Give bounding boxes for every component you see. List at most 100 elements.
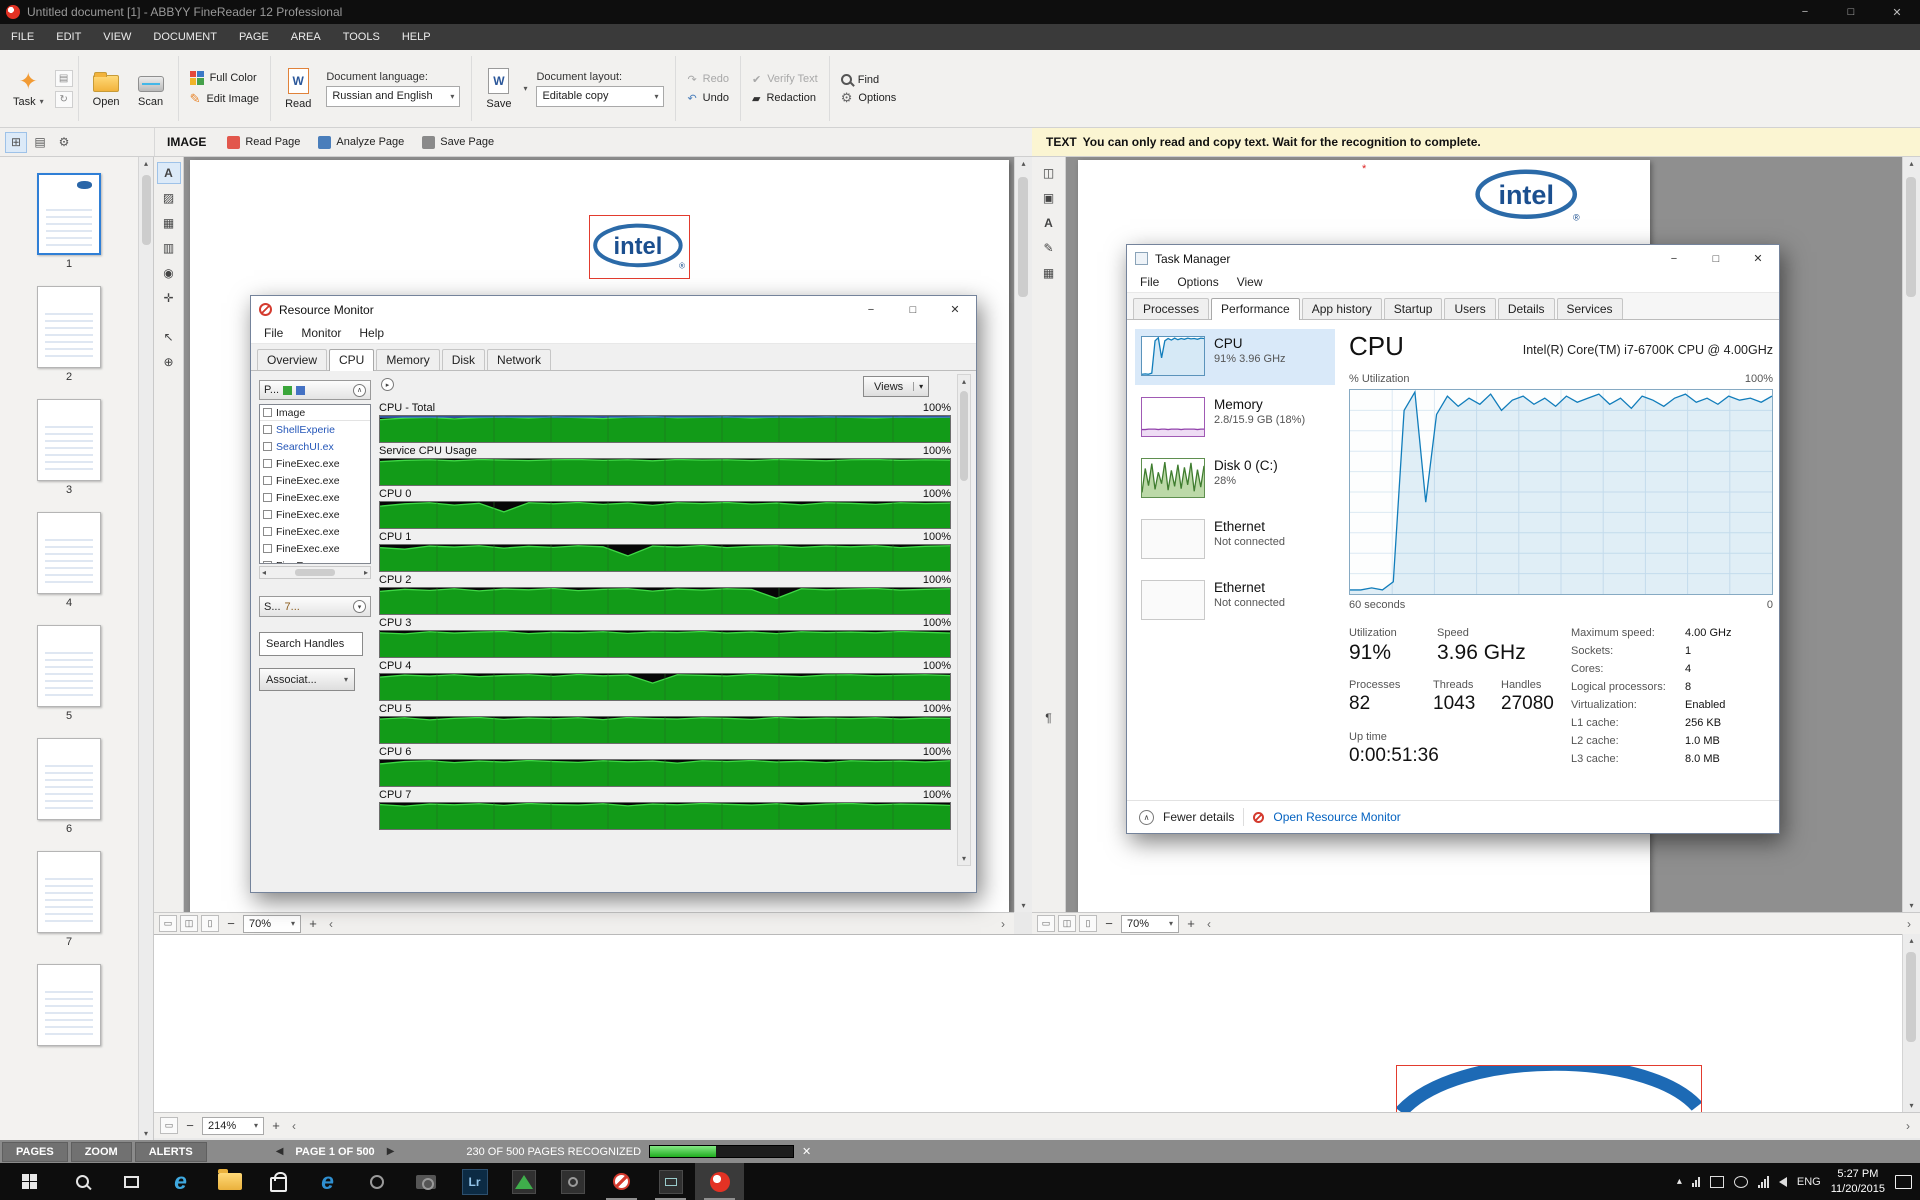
process-row[interactable]: FineExec.exe bbox=[260, 489, 370, 506]
edit-text-tool[interactable]: ✎ bbox=[1037, 237, 1061, 259]
tab-processes[interactable]: Processes bbox=[1133, 298, 1209, 319]
redo-button[interactable]: ↷Redo bbox=[681, 70, 735, 89]
document-language-select[interactable]: Russian and English▾ bbox=[326, 86, 460, 107]
scroll-down-icon[interactable]: ▾ bbox=[1909, 901, 1913, 910]
scrollbar-thumb[interactable] bbox=[295, 569, 335, 576]
text-area-tool[interactable]: A bbox=[157, 162, 181, 184]
taskbar-abbyy-finereader[interactable] bbox=[695, 1163, 744, 1200]
next-page-button[interactable]: ▶ bbox=[387, 1146, 395, 1157]
formatting-marks-tool[interactable]: ¶ bbox=[1037, 707, 1061, 729]
action-center-icon[interactable] bbox=[1895, 1175, 1912, 1189]
undo-button[interactable]: ↶Undo bbox=[681, 89, 735, 108]
tab-users[interactable]: Users bbox=[1444, 298, 1495, 319]
scroll-right-icon[interactable]: › bbox=[1906, 1119, 1910, 1133]
save-text-tool[interactable]: ▣ bbox=[1037, 187, 1061, 209]
full-color-button[interactable]: Full Color bbox=[184, 68, 266, 88]
text-hscroll-track[interactable]: ‹› bbox=[1203, 917, 1915, 931]
scroll-down-icon[interactable]: ▾ bbox=[144, 1129, 148, 1138]
editor-scrollbar[interactable]: ▴ ▾ bbox=[1902, 934, 1920, 1112]
scroll-left-icon[interactable]: ◂ bbox=[262, 568, 266, 577]
start-button[interactable] bbox=[0, 1163, 58, 1200]
resmon-scrollbar[interactable]: ▴ ▾ bbox=[957, 374, 971, 866]
expand-icon[interactable]: ▾ bbox=[353, 600, 366, 613]
processes-section-header[interactable]: P... ∧ bbox=[259, 380, 371, 400]
page-thumbnail[interactable] bbox=[37, 964, 101, 1046]
tab-startup[interactable]: Startup bbox=[1384, 298, 1443, 319]
fewer-details-button[interactable]: Fewer details bbox=[1163, 810, 1234, 824]
process-checkbox[interactable] bbox=[263, 476, 272, 485]
tab-disk[interactable]: Disk bbox=[442, 349, 485, 370]
table-area-tool[interactable]: ▦ bbox=[157, 212, 181, 234]
process-checkbox[interactable] bbox=[263, 544, 272, 553]
page-thumbnail[interactable] bbox=[37, 738, 101, 820]
process-row[interactable]: FineExec.exe bbox=[260, 455, 370, 472]
font-tool[interactable]: A bbox=[1037, 212, 1061, 234]
taskbar-camera[interactable] bbox=[401, 1163, 450, 1200]
process-checkbox[interactable] bbox=[263, 425, 272, 434]
fit-page-button[interactable]: ▭ bbox=[159, 915, 177, 932]
zoom-in-button[interactable]: + bbox=[304, 916, 322, 931]
task-button[interactable]: ✦ Task▾ bbox=[4, 67, 53, 111]
scroll-left-icon[interactable]: ‹ bbox=[1207, 917, 1211, 931]
page-thumbnail-8-partial[interactable] bbox=[0, 964, 138, 1046]
scroll-left-icon[interactable]: ‹ bbox=[329, 917, 333, 931]
onedrive-icon[interactable] bbox=[1734, 1176, 1748, 1188]
open-button[interactable]: Open bbox=[84, 67, 129, 111]
details-view-button[interactable]: ▤ bbox=[29, 132, 51, 153]
table-tool[interactable]: ▦ bbox=[1037, 262, 1061, 284]
tab-performance[interactable]: Performance bbox=[1211, 298, 1300, 320]
image-zoom-select[interactable]: 70%▾ bbox=[243, 915, 301, 933]
fit-page-button[interactable]: ▭ bbox=[1037, 915, 1055, 932]
find-button[interactable]: Find bbox=[835, 71, 903, 89]
services-section-header[interactable]: S... 7... ▾ bbox=[259, 596, 371, 617]
taskbar-search-button[interactable] bbox=[58, 1163, 107, 1200]
image-intel-logo-area[interactable]: intel ® bbox=[589, 215, 690, 279]
process-row[interactable]: FineExec.exe bbox=[260, 557, 370, 564]
page-thumbnail-7[interactable]: 7 bbox=[0, 851, 138, 948]
resmon-titlebar[interactable]: Resource Monitor − □ ✕ bbox=[251, 296, 976, 323]
taskman-titlebar[interactable]: Task Manager − □ ✕ bbox=[1127, 245, 1779, 272]
open-resource-monitor-link[interactable]: Open Resource Monitor bbox=[1273, 810, 1400, 824]
scrollbar-thumb[interactable] bbox=[1906, 177, 1916, 297]
collapse-icon[interactable]: ∧ bbox=[353, 384, 366, 397]
save-page-button[interactable]: Save Page bbox=[413, 128, 503, 156]
scan-button[interactable]: Scan bbox=[129, 67, 173, 111]
scroll-up-icon[interactable]: ▴ bbox=[144, 159, 148, 168]
scroll-right-icon[interactable]: › bbox=[1001, 917, 1005, 931]
select-tool[interactable]: ↖ bbox=[157, 326, 181, 348]
task-view-button[interactable] bbox=[107, 1163, 156, 1200]
thumbnails-view-button[interactable]: ⊞ bbox=[5, 132, 27, 153]
page-thumbnail[interactable] bbox=[37, 512, 101, 594]
activity-icon[interactable] bbox=[1692, 1177, 1700, 1187]
scroll-up-icon[interactable]: ▴ bbox=[1909, 159, 1913, 168]
scrollbar-thumb[interactable] bbox=[1906, 952, 1916, 1042]
menu-monitor[interactable]: Monitor bbox=[292, 326, 350, 340]
taskbar-task-manager[interactable] bbox=[646, 1163, 695, 1200]
taskbar-store[interactable] bbox=[254, 1163, 303, 1200]
menu-file[interactable]: File bbox=[255, 326, 292, 340]
process-checkbox[interactable] bbox=[263, 510, 272, 519]
sidebar-item-memory[interactable]: Memory2.8/15.9 GB (18%) bbox=[1135, 390, 1335, 446]
close-button[interactable]: ✕ bbox=[1874, 0, 1920, 24]
taskbar-resource-monitor[interactable] bbox=[597, 1163, 646, 1200]
scroll-down-icon[interactable]: ▾ bbox=[1909, 1101, 1913, 1110]
options-button[interactable]: ⚙Options bbox=[835, 89, 903, 107]
taskbar-file-explorer[interactable] bbox=[205, 1163, 254, 1200]
zoom-tab-button[interactable]: ZOOM bbox=[71, 1142, 132, 1162]
taskbar-clock[interactable]: 5:27 PM 11/20/2015 bbox=[1831, 1167, 1885, 1196]
pages-scrollbar[interactable]: ▴ ▾ bbox=[138, 157, 153, 1140]
sidebar-item-ethernet-2[interactable]: EthernetNot connected bbox=[1135, 573, 1335, 629]
taskbar-internet-explorer[interactable]: e bbox=[303, 1163, 352, 1200]
minimize-button[interactable]: − bbox=[1782, 0, 1828, 24]
menu-file[interactable]: FILE bbox=[0, 31, 45, 43]
taskbar-capture-app[interactable] bbox=[548, 1163, 597, 1200]
editor-intel-swoosh-selection[interactable] bbox=[1396, 1065, 1702, 1112]
page-thumbnail[interactable] bbox=[37, 851, 101, 933]
sidebar-item-ethernet-1[interactable]: EthernetNot connected bbox=[1135, 512, 1335, 568]
page-thumbnail-3[interactable]: 3 bbox=[0, 399, 138, 496]
alerts-tab-button[interactable]: ALERTS bbox=[135, 1142, 207, 1162]
previous-page-button[interactable]: ◀ bbox=[276, 1146, 284, 1157]
network-icon[interactable] bbox=[1758, 1176, 1769, 1188]
input-language[interactable]: ENG bbox=[1797, 1176, 1821, 1188]
tab-services[interactable]: Services bbox=[1557, 298, 1623, 319]
